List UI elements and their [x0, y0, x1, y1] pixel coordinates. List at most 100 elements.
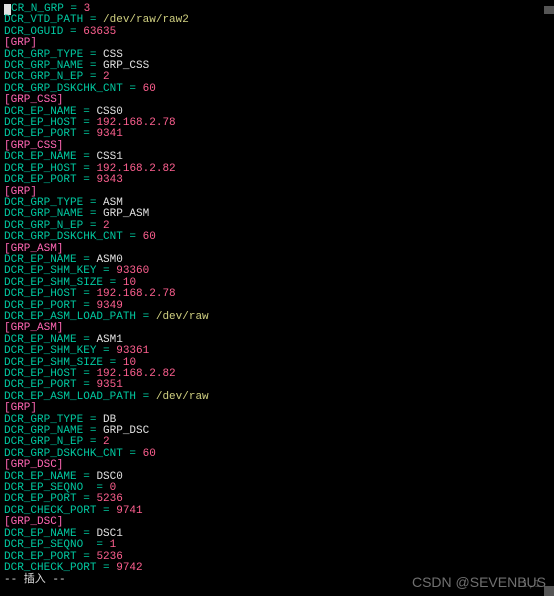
config-key: DCR_EP_PORT — [4, 379, 77, 391]
code-line: DCR_EP_ASM_LOAD_PATH = /dev/raw — [4, 312, 550, 323]
config-key: DCR_GRP_N_EP — [4, 436, 83, 448]
config-value: GRP_ASM — [103, 208, 149, 220]
config-value: 9349 — [96, 300, 122, 312]
config-value: GRP_CSS — [103, 60, 149, 72]
config-value: CSS1 — [96, 151, 122, 163]
config-key: DCR_EP_NAME — [4, 106, 77, 118]
config-key: DCR_EP_SHM_SIZE — [4, 277, 103, 289]
code-line: DCR_EP_ASM_LOAD_PATH = /dev/raw — [4, 392, 550, 403]
equals-sign: = — [103, 357, 123, 369]
config-key: DCR_GRP_N_EP — [4, 220, 83, 232]
equals-sign: = — [77, 493, 97, 505]
equals-sign: = — [83, 71, 103, 83]
config-value: DSC0 — [96, 471, 122, 483]
equals-sign: = — [63, 26, 83, 38]
equals-sign: = — [77, 106, 97, 118]
code-line: DCR_GRP_DSKCHK_CNT = 60 — [4, 232, 550, 243]
config-value: 9341 — [96, 128, 122, 140]
config-value: 60 — [143, 231, 156, 243]
config-key: DCR_VTD_PATH — [4, 14, 83, 26]
code-line: DCR_EP_PORT = 9341 — [4, 129, 550, 140]
equals-sign: = — [90, 482, 110, 494]
equals-sign: = — [77, 471, 97, 483]
section-header: [GRP] — [4, 186, 37, 198]
config-key: DCR_EP_SHM_KEY — [4, 345, 96, 357]
config-key: DCR_EP_HOST — [4, 368, 77, 380]
config-key: DCR_GRP_TYPE — [4, 414, 83, 426]
code-line: DCR_EP_PORT = 9343 — [4, 175, 550, 186]
config-key: DCR_GRP_TYPE — [4, 197, 83, 209]
equals-sign: = — [77, 117, 97, 129]
config-key: DCR_OGUID — [4, 26, 63, 38]
scrollbar-thumb[interactable] — [544, 6, 554, 14]
config-value: 9741 — [116, 505, 142, 517]
config-value: 192.168.2.78 — [96, 288, 175, 300]
config-value: 2 — [103, 220, 110, 232]
equals-sign: = — [64, 3, 84, 15]
config-value: 192.168.2.78 — [96, 117, 175, 129]
equals-sign: = — [103, 277, 123, 289]
config-key: DCR_CHECK_PORT — [4, 505, 96, 517]
equals-sign: = — [96, 562, 116, 574]
config-key: DCR_EP_PORT — [4, 174, 77, 186]
config-key: DCR_EP_NAME — [4, 334, 77, 346]
config-key: DCR_EP_SEQNO — [4, 482, 90, 494]
config-value: CSS0 — [96, 106, 122, 118]
config-value: ASM0 — [96, 254, 122, 266]
config-value: /dev/raw/raw2 — [103, 14, 189, 26]
equals-sign: = — [83, 220, 103, 232]
section-header: [GRP_CSS] — [4, 140, 63, 152]
equals-sign: = — [77, 551, 97, 563]
config-value: DB — [103, 414, 116, 426]
config-value: 93360 — [116, 265, 149, 277]
code-line: DCR_CHECK_PORT = 9741 — [4, 506, 550, 517]
config-value: /dev/raw — [156, 391, 209, 403]
equals-sign: = — [83, 60, 103, 72]
equals-sign: = — [83, 197, 103, 209]
config-key: DCR_EP_NAME — [4, 254, 77, 266]
mode-status: -- 插入 -- — [4, 575, 550, 586]
equals-sign: = — [123, 83, 143, 95]
equals-sign: = — [77, 379, 97, 391]
config-key: DCR_GRP_NAME — [4, 60, 83, 72]
config-value: 5236 — [96, 493, 122, 505]
equals-sign: = — [136, 391, 156, 403]
config-key: DCR_GRP_DSKCHK_CNT — [4, 231, 123, 243]
equals-sign: = — [77, 368, 97, 380]
code-line: DCR_GRP_DSKCHK_CNT = 60 — [4, 84, 550, 95]
config-key: DCR_EP_NAME — [4, 528, 77, 540]
equals-sign: = — [77, 334, 97, 346]
config-value: 192.168.2.82 — [96, 368, 175, 380]
scrollbar-track[interactable] — [544, 0, 554, 596]
equals-sign: = — [77, 128, 97, 140]
config-value: 5236 — [96, 551, 122, 563]
config-key: DCR_EP_HOST — [4, 288, 77, 300]
section-header: [GRP] — [4, 37, 37, 49]
config-key: DCR_EP_HOST — [4, 117, 77, 129]
section-header: [GRP_DSC] — [4, 516, 63, 528]
equals-sign: = — [123, 448, 143, 460]
config-value: 9351 — [96, 379, 122, 391]
code-line: DCR_GRP_DSKCHK_CNT = 60 — [4, 449, 550, 460]
code-line: DCR_CHECK_PORT = 9742 — [4, 563, 550, 574]
config-key: DCR_EP_NAME — [4, 151, 77, 163]
equals-sign: = — [77, 151, 97, 163]
equals-sign: = — [96, 345, 116, 357]
config-key: DCR_EP_ASM_LOAD_PATH — [4, 311, 136, 323]
config-value: 1 — [110, 539, 117, 551]
config-value: DSC1 — [96, 528, 122, 540]
equals-sign: = — [83, 425, 103, 437]
config-key: DCR_GRP_NAME — [4, 425, 83, 437]
config-key: DCR_CHECK_PORT — [4, 562, 96, 574]
config-value: 60 — [143, 83, 156, 95]
config-value: 60 — [143, 448, 156, 460]
scrollbar-end[interactable] — [544, 586, 554, 596]
config-key: DCR_EP_PORT — [4, 493, 77, 505]
config-value: 63635 — [83, 26, 116, 38]
config-value: 9742 — [116, 562, 142, 574]
config-key: DCR_EP_HOST — [4, 163, 77, 175]
equals-sign: = — [77, 288, 97, 300]
editor-area[interactable]: CR_N_GRP = 3DCR_VTD_PATH = /dev/raw/raw2… — [0, 0, 554, 591]
config-key: DCR_EP_PORT — [4, 551, 77, 563]
config-key: DCR_EP_SEQNO — [4, 539, 90, 551]
